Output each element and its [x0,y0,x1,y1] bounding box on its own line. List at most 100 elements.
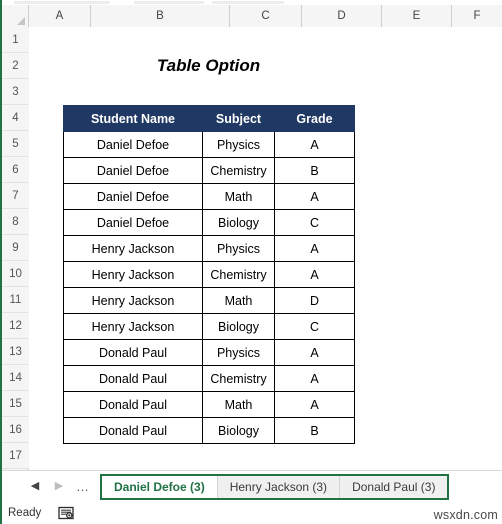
cell-student-name[interactable]: Henry Jackson [63,287,203,314]
column-header-row: A B C D E F [2,5,502,27]
table-row: Henry Jackson Physics A [63,235,355,262]
cell-subject[interactable]: Biology [202,313,275,340]
column-header-d-label: D [337,10,346,22]
column-header-b[interactable]: B [91,5,230,27]
cell-subject[interactable]: Physics [202,235,275,262]
cell-student-name[interactable]: Daniel Defoe [63,131,203,158]
table-row: Henry Jackson Biology C [63,313,355,340]
row-header-6[interactable]: 6 [2,157,29,183]
row-header-9[interactable]: 9 [2,235,29,261]
select-all-triangle-icon [17,17,25,25]
cell-subject[interactable]: Math [202,391,275,418]
table-row: Donald Paul Biology B [63,417,355,444]
column-header-e-label: E [412,10,421,22]
accessibility-checker-icon[interactable] [57,505,75,521]
column-header-e[interactable]: E [382,5,452,27]
column-header-f[interactable]: F [452,5,502,27]
table-row: Daniel Defoe Biology C [63,209,355,236]
table-row: Henry Jackson Chemistry A [63,261,355,288]
cell-subject[interactable]: Math [202,287,275,314]
column-header-d[interactable]: D [302,5,382,27]
sheet-tab-0[interactable]: Daniel Defoe (3) [102,475,218,498]
triangle-right-icon[interactable]: ▶ [48,476,70,498]
row-header-13[interactable]: 13 [2,339,29,365]
cell-student-name[interactable]: Donald Paul [63,391,203,418]
sheet-title: Table Option [156,56,261,75]
cell-student-name[interactable]: Henry Jackson [63,261,203,288]
cell-subject[interactable]: Chemistry [202,365,275,392]
cell-grade[interactable]: C [274,313,355,340]
row-header-15[interactable]: 15 [2,391,29,417]
table-row: Daniel Defoe Physics A [63,131,355,158]
cell-subject[interactable]: Chemistry [202,157,275,184]
table-row: Henry Jackson Math D [63,287,355,314]
row-header-16[interactable]: 16 [2,417,29,443]
watermark: wsxdn.com [433,508,498,522]
row-header-gutter: 1 2 3 4 5 6 7 8 9 10 11 12 13 14 15 16 17 [2,27,29,470]
cell-student-name[interactable]: Donald Paul [63,365,203,392]
table-header-grade: Grade [274,105,355,132]
select-all-button[interactable] [2,5,29,27]
cell-student-name[interactable]: Donald Paul [63,417,203,444]
row-header-14[interactable]: 14 [2,365,29,391]
table-row: Donald Paul Physics A [63,339,355,366]
ellipsis-icon[interactable]: … [72,476,94,498]
cell-grade[interactable]: D [274,287,355,314]
row-header-11[interactable]: 11 [2,287,29,313]
cell-subject[interactable]: Biology [202,209,275,236]
cell-grade[interactable]: B [274,417,355,444]
cell-grade[interactable]: C [274,209,355,236]
sheet-tab-2[interactable]: Donald Paul (3) [340,475,448,498]
table-header-subject: Subject [202,105,275,132]
cell-grade[interactable]: B [274,157,355,184]
row-header-4[interactable]: 4 [2,105,29,131]
cell-subject[interactable]: Math [202,183,275,210]
row-header-7[interactable]: 7 [2,183,29,209]
cell-student-name[interactable]: Daniel Defoe [63,157,203,184]
cell-grade[interactable]: A [274,131,355,158]
row-header-17[interactable]: 17 [2,443,29,469]
cell-grade[interactable]: A [274,261,355,288]
row-header-1[interactable]: 1 [2,27,29,53]
cell-student-name[interactable]: Daniel Defoe [63,183,203,210]
sheet-tab-group: Daniel Defoe (3) Henry Jackson (3) Donald … [100,473,450,500]
row-header-10[interactable]: 10 [2,261,29,287]
excel-window: A B C D E F 1 2 3 4 5 6 7 8 9 10 11 12 13 14 15 16 17 Ta… [0,0,502,524]
row-header-8[interactable]: 8 [2,209,29,235]
cell-subject[interactable]: Biology [202,417,275,444]
cell-student-name[interactable]: Daniel Defoe [63,209,203,236]
cell-student-name[interactable]: Henry Jackson [63,313,203,340]
column-header-a[interactable]: A [29,5,91,27]
table-row: Daniel Defoe Chemistry B [63,157,355,184]
sheet-tab-1[interactable]: Henry Jackson (3) [217,475,341,498]
triangle-left-icon[interactable]: ◀ [24,476,46,498]
row-header-5[interactable]: 5 [2,131,29,157]
cell-subject[interactable]: Chemistry [202,261,275,288]
column-header-a-label: A [55,10,64,22]
column-header-f-label: F [473,10,481,22]
student-grade-table: Student Name Subject Grade Daniel Defoe P… [63,105,355,444]
cell-grade[interactable]: A [274,235,355,262]
sheet-tab-bar: ◀ ▶ … Daniel Defoe (3) Henry Jackson (3) D… [2,470,502,502]
cell-grade[interactable]: A [274,339,355,366]
worksheet-grid: 1 2 3 4 5 6 7 8 9 10 11 12 13 14 15 16 17 Table Option S… [2,27,502,470]
cell-subject[interactable]: Physics [202,131,275,158]
cell-grade[interactable]: A [274,183,355,210]
column-header-c[interactable]: C [230,5,302,27]
row-header-12[interactable]: 12 [2,313,29,339]
cell-grade[interactable]: A [274,365,355,392]
status-bar: Ready wsxdn.com [2,502,502,524]
table-row: Daniel Defoe Math A [63,183,355,210]
status-mode-label: Ready [8,507,42,519]
table-row: Donald Paul Chemistry A [63,365,355,392]
table-header-student-name: Student Name [63,105,203,132]
column-header-c-label: C [261,10,270,22]
cell-grade[interactable]: A [274,391,355,418]
table-row: Donald Paul Math A [63,391,355,418]
row-header-3[interactable]: 3 [2,79,29,105]
cell-student-name[interactable]: Henry Jackson [63,235,203,262]
cell-subject[interactable]: Physics [202,339,275,366]
cell-student-name[interactable]: Donald Paul [63,339,203,366]
row-header-2[interactable]: 2 [2,53,29,79]
table-header-row: Student Name Subject Grade [63,105,355,132]
